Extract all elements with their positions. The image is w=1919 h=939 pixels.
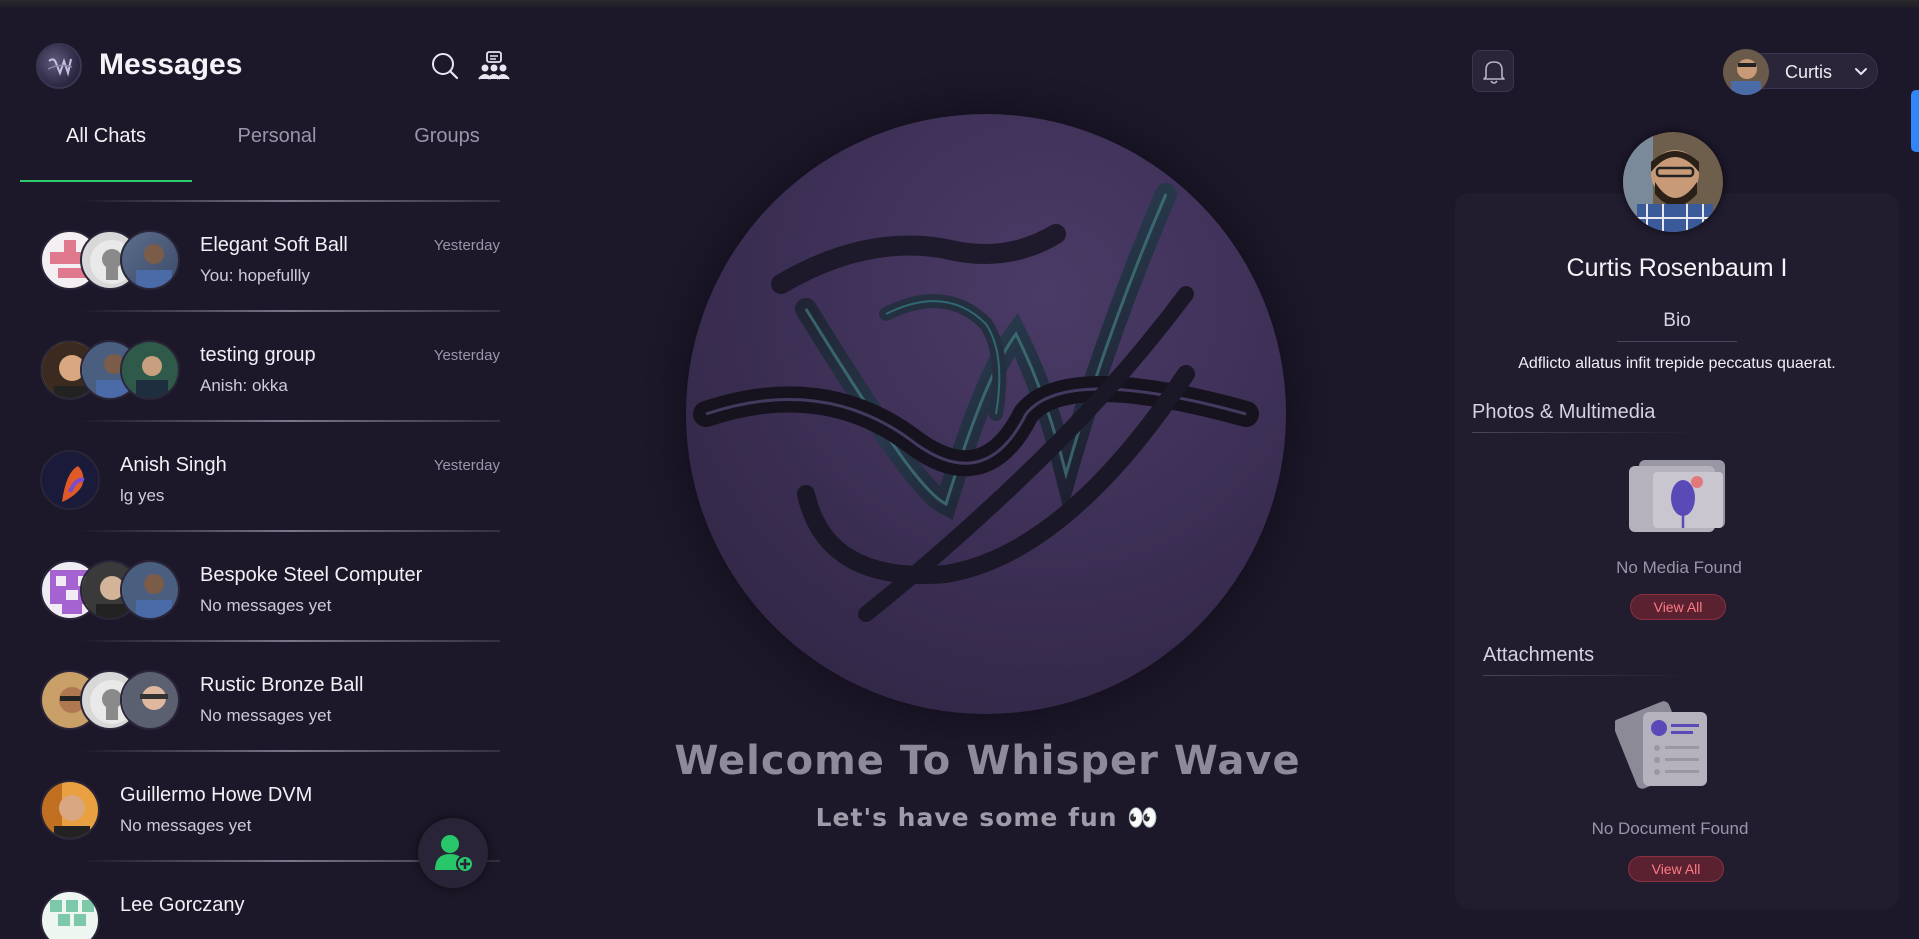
profile-card bbox=[1455, 193, 1899, 909]
image-placeholder-icon bbox=[1629, 460, 1725, 532]
avatar bbox=[1723, 49, 1769, 95]
add-contact-button[interactable] bbox=[418, 818, 488, 888]
avatar bbox=[40, 780, 100, 840]
user-photo-icon bbox=[122, 562, 178, 618]
user-photo-icon bbox=[122, 672, 178, 728]
avatar bbox=[120, 670, 180, 730]
new-group-button[interactable] bbox=[478, 51, 510, 81]
chat-tabs: All Chats Personal Groups bbox=[20, 110, 500, 182]
avatar bbox=[40, 450, 100, 510]
welcome-panel: Welcome To Whisper Wave Let's have some … bbox=[520, 10, 1455, 939]
no-media-text: No Media Found bbox=[1616, 558, 1742, 577]
chat-last-message: You: hopefullly bbox=[200, 266, 310, 285]
notifications-button[interactable] bbox=[1472, 50, 1514, 92]
profile-panel: Curtis Curtis Rosenbaum I Bio Adflicto a… bbox=[1455, 10, 1919, 939]
user-name: Curtis bbox=[1785, 62, 1833, 82]
tab-personal[interactable]: Personal bbox=[192, 110, 362, 182]
tab-groups[interactable]: Groups bbox=[362, 110, 520, 182]
chat-item[interactable]: Anish Singh lg yes Yesterday bbox=[20, 420, 500, 530]
divider bbox=[80, 750, 500, 752]
user-photo-icon bbox=[42, 782, 98, 838]
view-all-media-button[interactable]: View All bbox=[1630, 594, 1726, 620]
whisper-wave-logo-icon bbox=[693, 183, 1259, 622]
group-chat-icon bbox=[478, 51, 510, 80]
welcome-title: Welcome To Whisper Wave bbox=[674, 738, 1301, 784]
chat-name: Bespoke Steel Computer bbox=[200, 564, 423, 586]
chat-time: Yesterday bbox=[433, 237, 500, 254]
chat-name: Lee Gorczany bbox=[120, 894, 245, 916]
page-title: Messages bbox=[99, 48, 243, 81]
user-menu-button[interactable]: Curtis bbox=[1723, 49, 1878, 95]
chat-name: Elegant Soft Ball bbox=[200, 234, 348, 256]
chat-name: Anish Singh bbox=[120, 454, 227, 476]
chat-last-message: No messages yet bbox=[120, 816, 252, 835]
chat-item[interactable]: Bespoke Steel Computer No messages yet bbox=[20, 530, 500, 640]
user-photo-icon bbox=[1723, 49, 1769, 95]
divider bbox=[80, 640, 500, 642]
scrollbar-thumb[interactable] bbox=[1911, 90, 1919, 152]
media-section-title: Photos & Multimedia bbox=[1472, 401, 1656, 423]
user-photo-icon bbox=[42, 452, 98, 508]
avatar bbox=[120, 230, 180, 290]
tab-all-chats[interactable]: All Chats bbox=[20, 110, 192, 182]
search-icon bbox=[432, 53, 459, 80]
chat-last-message: lg yes bbox=[120, 486, 165, 505]
divider bbox=[80, 310, 500, 312]
no-document-text: No Document Found bbox=[1591, 819, 1749, 838]
bio-label: Bio bbox=[1663, 310, 1691, 331]
chat-item[interactable]: Rustic Bronze Ball No messages yet bbox=[20, 640, 500, 750]
profile-name: Curtis Rosenbaum I bbox=[1566, 254, 1788, 282]
chat-time: Yesterday bbox=[433, 457, 500, 474]
divider bbox=[1472, 432, 1702, 433]
sidebar-header: Messages bbox=[36, 43, 516, 93]
chat-last-message: No messages yet bbox=[200, 706, 332, 725]
window-top-strip bbox=[0, 0, 1919, 10]
chat-name: testing group bbox=[200, 344, 316, 366]
avatar bbox=[120, 560, 180, 620]
bio-text: Adflicto allatus infit trepide peccatus … bbox=[1518, 355, 1836, 372]
divider bbox=[1483, 675, 1693, 676]
divider bbox=[80, 420, 500, 422]
view-all-attachments-button[interactable]: View All bbox=[1628, 856, 1724, 882]
chat-item[interactable]: Elegant Soft Ball You: hopefullly Yester… bbox=[20, 200, 500, 310]
profile-avatar bbox=[1623, 132, 1723, 232]
welcome-subtitle: Let's have some fun 👀 bbox=[815, 803, 1160, 832]
chat-last-message: No messages yet bbox=[200, 596, 332, 615]
no-media-illustration bbox=[1625, 452, 1729, 539]
user-photo-icon bbox=[136, 244, 172, 288]
user-photo-icon bbox=[1623, 132, 1723, 232]
avatar bbox=[120, 340, 180, 400]
document-placeholder-icon bbox=[1613, 701, 1707, 789]
chat-last-message: Anish: okka bbox=[200, 376, 288, 395]
identicon-icon bbox=[50, 900, 94, 926]
divider bbox=[1617, 341, 1737, 342]
chat-item[interactable]: testing group Anish: okka Yesterday bbox=[20, 310, 500, 420]
chat-name: Guillermo Howe DVM bbox=[120, 784, 313, 806]
bell-icon bbox=[1483, 61, 1505, 84]
user-photo-icon bbox=[122, 342, 178, 398]
welcome-logo bbox=[686, 114, 1286, 714]
chat-name: Rustic Bronze Ball bbox=[200, 674, 364, 696]
divider bbox=[80, 200, 500, 202]
add-user-icon bbox=[435, 835, 474, 873]
avatar bbox=[40, 890, 100, 939]
chat-time: Yesterday bbox=[433, 347, 500, 364]
search-button[interactable] bbox=[430, 51, 460, 81]
app-logo[interactable] bbox=[36, 43, 82, 89]
no-document-illustration bbox=[1613, 694, 1719, 795]
logo-mark-icon bbox=[47, 57, 73, 77]
divider bbox=[80, 530, 500, 532]
attachments-section-title: Attachments bbox=[1483, 644, 1595, 666]
chevron-down-icon bbox=[1855, 68, 1867, 76]
chat-sidebar: Messages All Chats Personal Groups Elega… bbox=[0, 10, 520, 939]
